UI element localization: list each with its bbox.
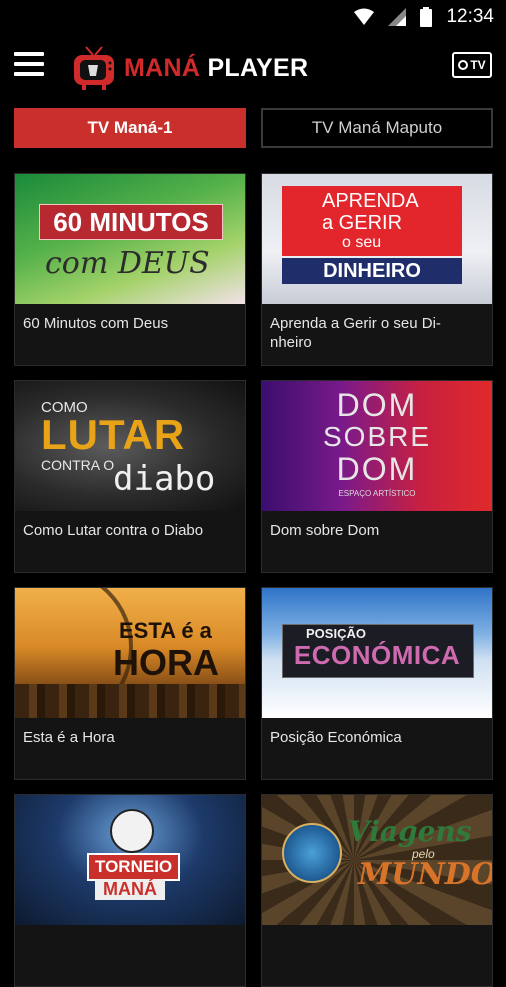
menu-line — [14, 52, 44, 56]
thumb-line: APRENDA — [322, 190, 419, 212]
program-title: Esta é a Hora — [23, 729, 115, 746]
thumb-line: LUTAR — [41, 411, 186, 458]
tv-logo-icon — [74, 46, 114, 90]
thumb-line: 60 MINUTOS — [39, 204, 223, 240]
wifi-icon — [354, 8, 375, 25]
logo-player-text: PLAYER — [207, 53, 309, 82]
status-bar: 12:34 — [0, 0, 506, 36]
program-card[interactable]: DOM SOBRE DOM ESPAÇO ARTÍSTICO Dom sobre… — [261, 380, 493, 573]
thumb-line: com DEUS — [45, 246, 210, 281]
thumb-line: POSIÇÃO — [306, 626, 366, 641]
thumb-line: a GERIR — [322, 212, 403, 234]
thumb-line: DINHEIRO — [282, 258, 462, 284]
program-thumbnail: TORNEIO MANÁ — [15, 795, 245, 925]
football-icon — [110, 809, 154, 853]
city-skyline — [15, 684, 245, 718]
program-title — [15, 925, 245, 935]
record-icon — [458, 60, 469, 70]
program-title: 60 Minutos com Deus — [23, 315, 169, 332]
program-thumbnail: POSIÇÃO ECONÓMICA — [262, 588, 492, 718]
thumb-line: ESPAÇO ARTÍSTICO — [338, 489, 416, 498]
program-thumbnail: Viagens pelo MUNDO — [262, 795, 492, 925]
logo-mana-text: MANÁ — [124, 53, 201, 82]
thumb-line: MANÁ — [95, 879, 165, 900]
thumb-line: DOM — [336, 451, 418, 487]
live-tv-button[interactable]: TV — [452, 52, 492, 78]
menu-button[interactable] — [14, 52, 44, 80]
program-card[interactable]: POSIÇÃO ECONÓMICA Posição Económica — [261, 587, 493, 780]
program-title — [262, 925, 492, 935]
thumb-line: ESTA é a — [119, 618, 212, 643]
program-card[interactable]: 60 MINUTOS com DEUS 60 Minutos com Deus — [14, 173, 246, 366]
program-card[interactable]: Viagens pelo MUNDO — [261, 794, 493, 987]
program-title: Dom sobre Dom — [270, 522, 380, 539]
app-bar: MANÁ PLAYER TV — [0, 36, 506, 100]
program-thumbnail: DOM SOBRE DOM ESPAÇO ARTÍSTICO — [262, 381, 492, 511]
thumb-line: o seu — [342, 234, 382, 251]
program-title: Aprenda a Gerir o seu Di- nheiro — [270, 315, 441, 351]
thumb-line: SOBRE — [322, 421, 432, 452]
program-thumbnail: ESTA é a HORA — [15, 588, 245, 718]
tab-tv-mana-1[interactable]: TV Maná-1 — [14, 108, 246, 148]
program-title: Como Lutar contra o Diabo — [23, 522, 204, 539]
status-icons: 12:34 — [354, 6, 494, 28]
thumb-line: MUNDO — [358, 857, 492, 892]
battery-icon — [420, 7, 433, 27]
signal-icon — [388, 8, 407, 26]
tv-label: TV — [470, 58, 486, 72]
tab-tv-mana-maputo[interactable]: TV Maná Maputo — [261, 108, 493, 148]
program-card[interactable]: TORNEIO MANÁ — [14, 794, 246, 987]
program-card[interactable]: COMO LUTAR CONTRA O diabo Como Lutar con… — [14, 380, 246, 573]
menu-line — [14, 62, 44, 66]
program-title: Posição Económica — [270, 729, 402, 746]
globe-icon — [282, 823, 342, 883]
menu-line — [14, 72, 44, 76]
app-logo: MANÁ PLAYER — [72, 40, 312, 96]
thumb-line: TORNEIO — [87, 853, 181, 881]
thumb-line: DOM — [336, 387, 418, 423]
thumb-line: Viagens — [348, 815, 472, 848]
program-card[interactable]: APRENDA a GERIR o seu DINHEIRO Aprenda a… — [261, 173, 493, 366]
program-card[interactable]: ESTA é a HORA Esta é a Hora — [14, 587, 246, 780]
thumb-line: CONTRA O — [41, 457, 115, 473]
channel-tabs: TV Maná-1 TV Maná Maputo — [14, 108, 493, 148]
thumb-line: HORA — [113, 642, 219, 683]
program-thumbnail: 60 MINUTOS com DEUS — [15, 174, 245, 304]
thumb-line: diabo — [113, 459, 216, 499]
status-time: 12:34 — [446, 6, 494, 27]
program-thumbnail: COMO LUTAR CONTRA O diabo — [15, 381, 245, 511]
thumb-line: ECONÓMICA — [293, 640, 461, 670]
program-thumbnail: APRENDA a GERIR o seu DINHEIRO — [262, 174, 492, 304]
